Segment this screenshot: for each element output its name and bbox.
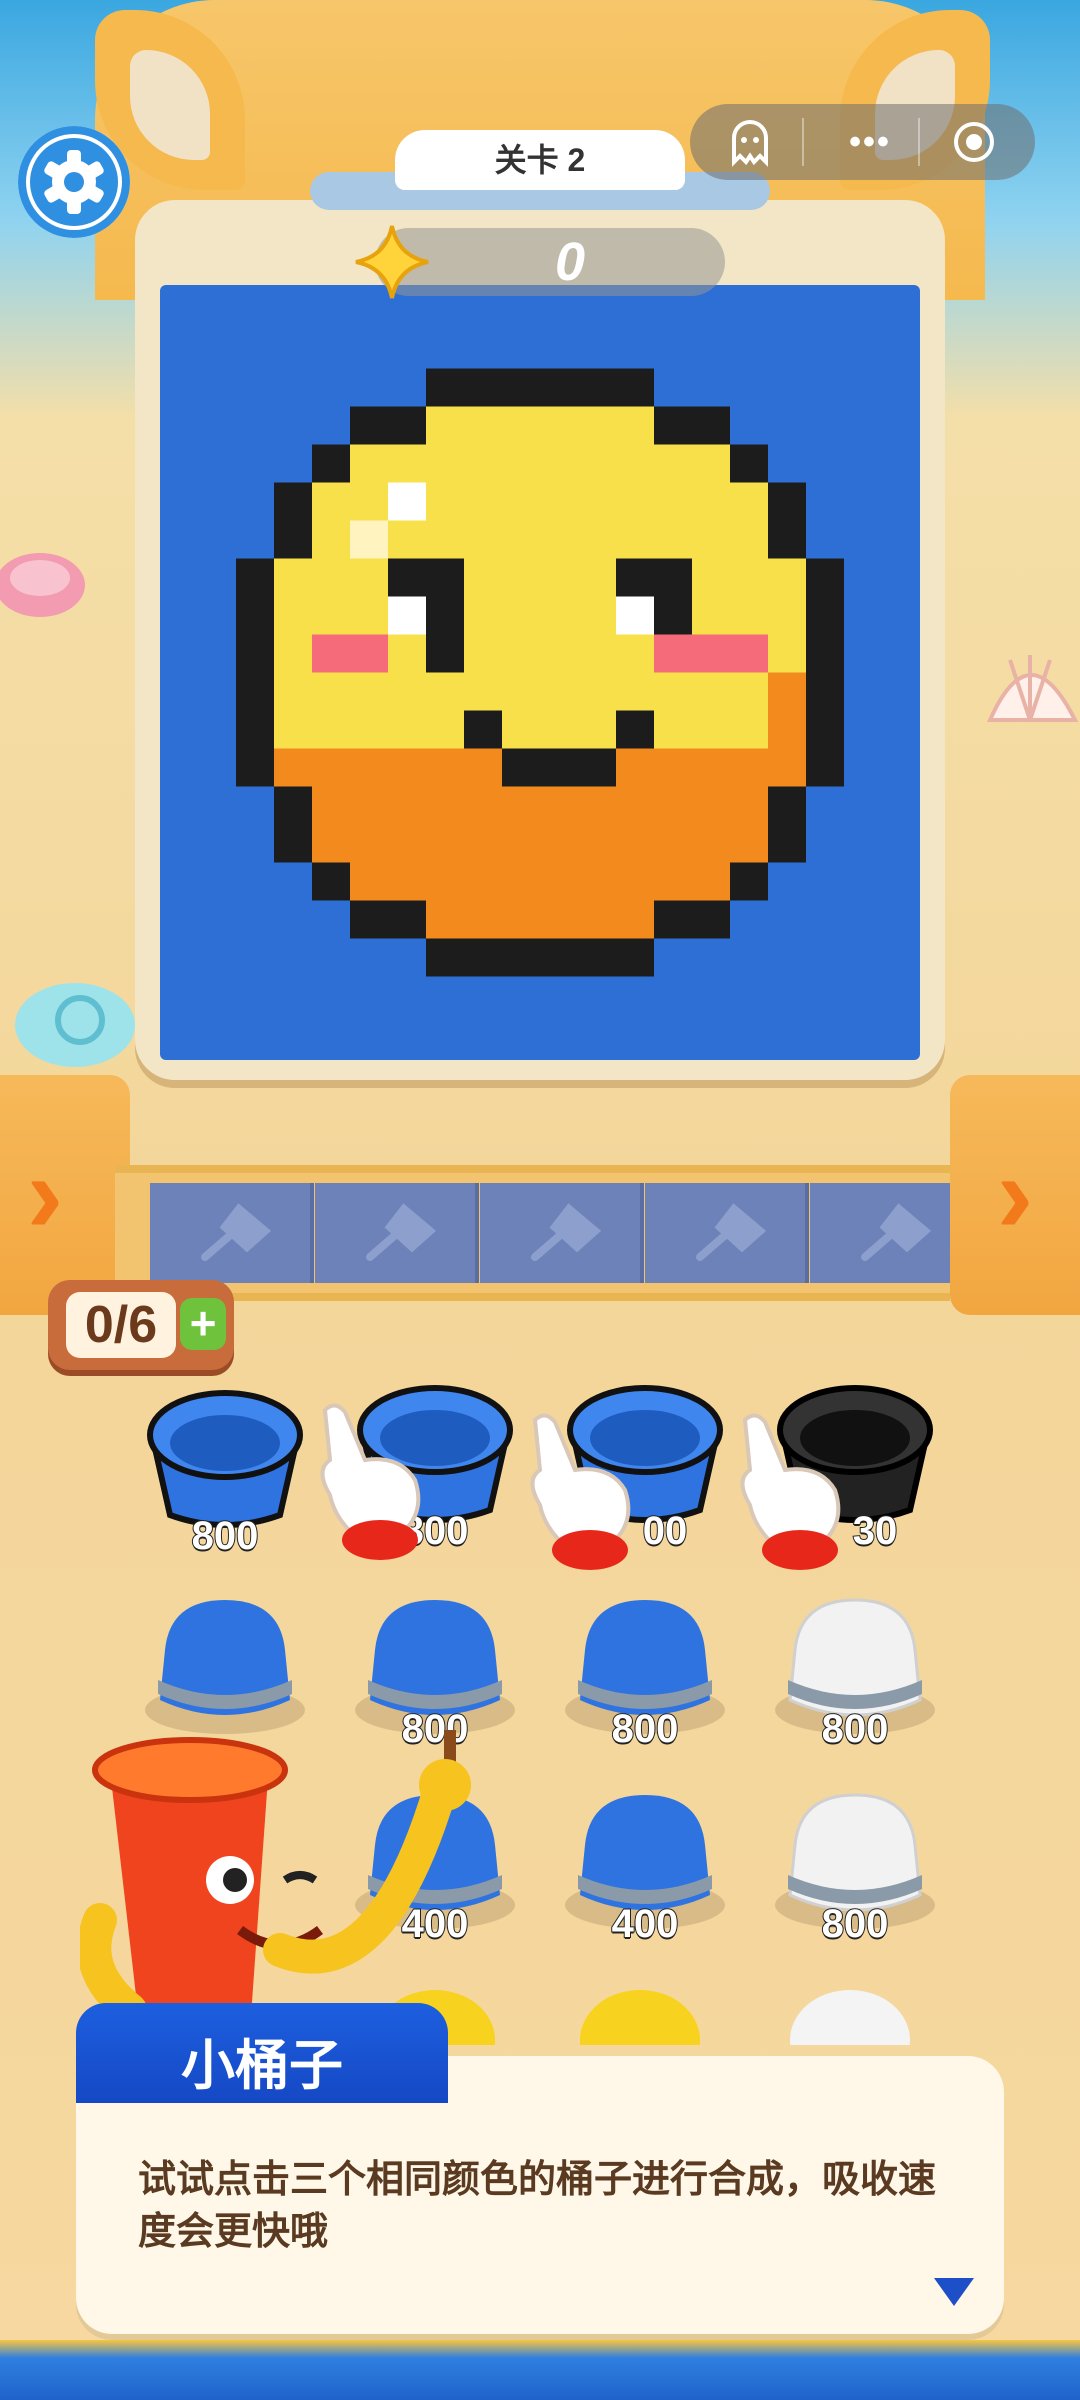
bucket[interactable]: 800 bbox=[140, 1385, 310, 1559]
level-title: 关卡 2 bbox=[395, 130, 685, 190]
bucket[interactable]: 800 bbox=[560, 1590, 730, 1760]
shovel-icon bbox=[861, 1203, 932, 1261]
speaker-name: 小桶子 bbox=[181, 2036, 343, 2096]
bucket-value: 800 bbox=[821, 1901, 890, 1947]
more-icon[interactable]: ••• bbox=[830, 116, 910, 168]
bucket-value: 800 bbox=[821, 1706, 890, 1752]
bucket-value: 400 bbox=[611, 1901, 680, 1947]
dialog-message: 试试点击三个相同颜色的桶子进行合成，吸收速度会更快哦 bbox=[138, 2159, 937, 2253]
pointing-hand-icon bbox=[740, 1413, 841, 1570]
record-icon[interactable] bbox=[948, 116, 1000, 168]
bottom-bar bbox=[0, 2340, 1080, 2400]
bucket-value: 800 bbox=[611, 1706, 680, 1752]
bucket[interactable]: 800 bbox=[770, 1785, 940, 1955]
shovel-slot bbox=[645, 1183, 809, 1283]
bucket-slot-counter: 0/6 + bbox=[48, 1280, 234, 1370]
gear-icon bbox=[30, 138, 118, 226]
ghost-icon[interactable] bbox=[724, 116, 776, 168]
bucket-value: 800 bbox=[191, 1513, 260, 1559]
chevron-right-icon: › bbox=[26, 1133, 64, 1256]
shovel-slot bbox=[150, 1183, 314, 1283]
star-icon bbox=[355, 225, 429, 299]
shovel-slot bbox=[480, 1183, 644, 1283]
bucket bbox=[790, 1990, 910, 2045]
pointing-hand-icon bbox=[320, 1403, 421, 1560]
bucket-mascot bbox=[80, 1730, 471, 2030]
bucket[interactable]: 800 bbox=[770, 1590, 940, 1760]
shovel-icon bbox=[531, 1203, 602, 1261]
counter-label: 0/6 bbox=[66, 1292, 176, 1358]
shovel-slot-rail bbox=[115, 1165, 950, 1301]
pixel-canvas bbox=[160, 285, 920, 1060]
pointing-hand-icon bbox=[530, 1413, 631, 1570]
bucket[interactable]: 400 bbox=[560, 1785, 730, 1955]
shovel-icon bbox=[366, 1203, 437, 1261]
chevron-right-icon: › bbox=[996, 1133, 1034, 1256]
shovel-slot bbox=[810, 1183, 950, 1283]
next-arrow-button[interactable]: › bbox=[950, 1075, 1080, 1315]
shovel-icon bbox=[201, 1203, 272, 1261]
seashell-icon bbox=[0, 553, 85, 617]
continue-arrow-icon[interactable] bbox=[934, 2278, 974, 2306]
settings-button[interactable] bbox=[18, 126, 130, 238]
scallop-shell-icon bbox=[986, 655, 1079, 722]
smiley-pixel-art bbox=[160, 292, 920, 1053]
bucket bbox=[580, 1990, 700, 2045]
add-slot-button[interactable]: + bbox=[180, 1298, 226, 1350]
star-count: 0 bbox=[554, 232, 586, 292]
shovel-slot bbox=[315, 1183, 479, 1283]
prev-arrow-button[interactable]: › bbox=[0, 1075, 130, 1315]
speaker-tab: 小桶子 bbox=[76, 2003, 448, 2103]
snail-shell-icon bbox=[15, 983, 135, 1067]
shovel-icon bbox=[696, 1203, 767, 1261]
mini-program-capsule: ••• bbox=[690, 104, 1035, 180]
